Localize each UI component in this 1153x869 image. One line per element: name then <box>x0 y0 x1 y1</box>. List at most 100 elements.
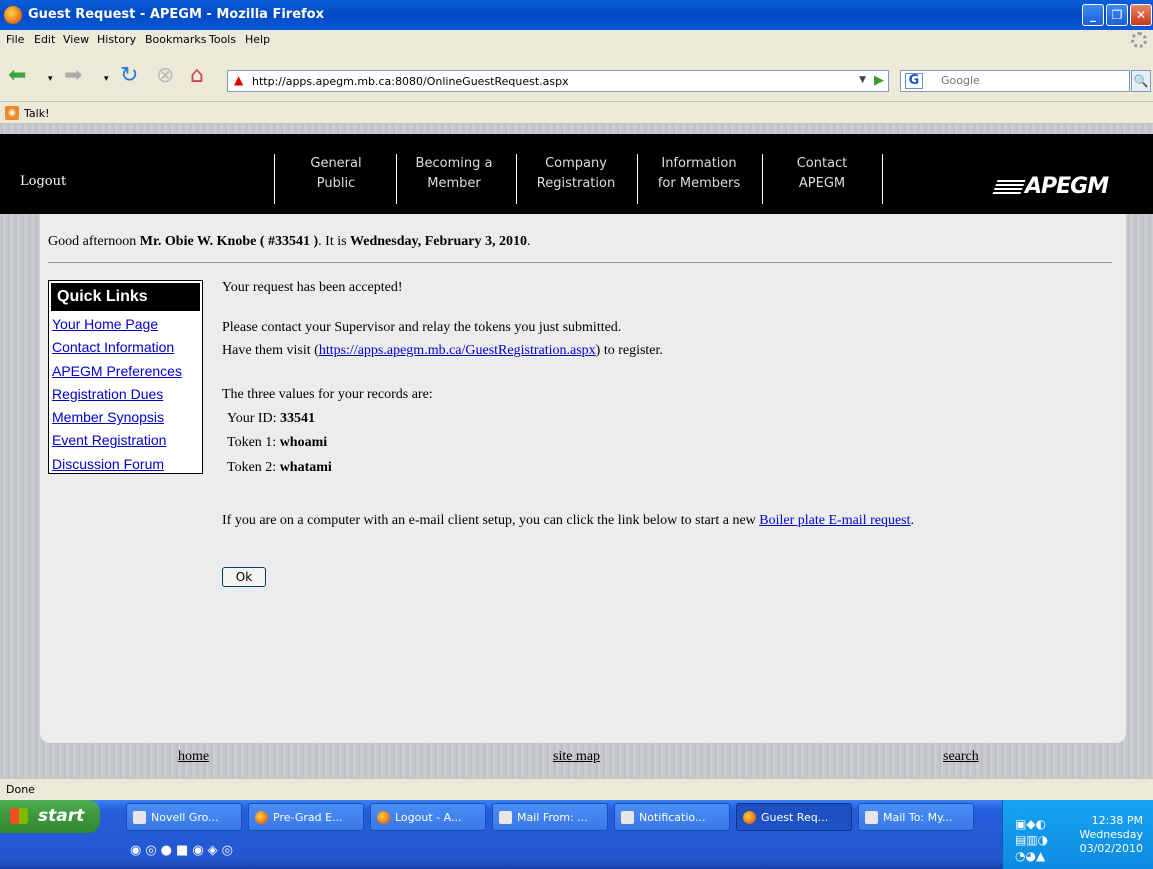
apegm-logo[interactable]: APEGM <box>992 174 1109 199</box>
bookmarks-toolbar: ◉ Talk! <box>0 102 1153 124</box>
nav-separator <box>882 154 883 204</box>
url-bar[interactable]: ▲ http://apps.apegm.mb.ca:8080/OnlineGue… <box>227 70 889 92</box>
maximize-button[interactable]: ❐ <box>1106 4 1128 26</box>
back-dropdown-icon[interactable]: ▾ <box>48 74 53 84</box>
status-text: Done <box>6 783 35 796</box>
footer-search-link[interactable]: search <box>943 749 979 765</box>
back-icon[interactable]: ⬅ <box>8 63 26 88</box>
nav-separator <box>516 154 517 204</box>
greeting-prefix: Good afternoon <box>48 234 140 249</box>
boiler-plate-email-link[interactable]: Boiler plate E-mail request <box>759 513 910 528</box>
reload-icon[interactable]: ↻ <box>120 63 138 88</box>
your-id: Your ID: 33541 <box>227 411 315 427</box>
footer-sitemap-link[interactable]: site map <box>553 749 600 765</box>
nav-separator <box>396 154 397 204</box>
taskbar-button-novell[interactable]: Novell Gro... <box>126 803 242 831</box>
taskbar-button-notification[interactable]: Notificatio... <box>614 803 730 831</box>
search-box[interactable]: G <box>900 70 1130 92</box>
menu-view[interactable]: View <box>63 33 89 46</box>
email-message: If you are on a computer with an e-mail … <box>222 513 914 529</box>
email-suffix: . <box>910 513 915 528</box>
taskbar-button-label: Mail To: My... <box>883 811 953 824</box>
menu-history[interactable]: History <box>97 33 136 46</box>
logo-text: APEGM <box>1025 174 1109 199</box>
menu-file[interactable]: File <box>6 33 24 46</box>
nav-company-registration[interactable]: Company Registration <box>521 154 631 204</box>
clock-time: 12:38 PM <box>1091 814 1143 827</box>
quick-links-title: Quick Links <box>51 283 200 311</box>
greeting: Good afternoon Mr. Obie W. Knobe ( #3354… <box>48 234 531 250</box>
nav-becoming-member[interactable]: Becoming a Member <box>400 154 508 204</box>
taskbar-button-label: Novell Gro... <box>151 811 219 824</box>
quick-launch-icons[interactable]: ◉◎●■◉◈◎ <box>130 843 237 858</box>
accepted-message: Your request has been accepted! <box>222 280 403 295</box>
stop-icon[interactable]: ⊗ <box>156 63 174 88</box>
main-panel: Good afternoon Mr. Obie W. Knobe ( #3354… <box>40 214 1126 743</box>
taskbar-button-mail-from[interactable]: Mail From: ... <box>492 803 608 831</box>
nav-separator <box>274 154 275 204</box>
url-dropdown-icon[interactable]: ▼ <box>859 75 866 85</box>
minimize-button[interactable]: _ <box>1082 4 1104 26</box>
id-value: 33541 <box>280 411 316 426</box>
footer-home-link[interactable]: home <box>178 749 209 765</box>
word-icon <box>621 811 634 824</box>
nav-contact-apegm[interactable]: Contact APEGM <box>764 154 880 204</box>
taskbar-button-logout[interactable]: Logout - A... <box>370 803 486 831</box>
search-input[interactable] <box>941 74 1121 87</box>
taskbar-button-guest-request[interactable]: Guest Req... <box>736 803 852 831</box>
quick-link-event-registration[interactable]: Event Registration <box>49 429 202 452</box>
quick-links-box: Quick Links Your Home Page Contact Infor… <box>48 280 203 474</box>
ok-button[interactable]: Ok <box>222 567 266 587</box>
page-content: Logout General Public Becoming a Member … <box>0 124 1153 778</box>
rss-icon: ◉ <box>5 106 19 120</box>
go-icon[interactable]: ▶ <box>874 73 884 88</box>
forward-icon[interactable]: ➡ <box>64 63 82 88</box>
quick-link-member-synopsis[interactable]: Member Synopsis <box>49 406 202 429</box>
greeting-suffix: . <box>527 234 531 249</box>
search-icon[interactable]: 🔍 <box>1131 70 1151 92</box>
home-icon[interactable]: ⌂ <box>190 63 204 88</box>
quick-link-home-page[interactable]: Your Home Page <box>49 313 202 336</box>
taskbar-button-pregrad[interactable]: Pre-Grad E... <box>248 803 364 831</box>
token1-value: whoami <box>279 435 328 450</box>
taskbar-button-label: Logout - A... <box>395 811 462 824</box>
logo-stripes-icon <box>992 180 1026 194</box>
window-title: Guest Request - APEGM - Mozilla Firefox <box>28 7 324 22</box>
menu-edit[interactable]: Edit <box>34 33 55 46</box>
clock[interactable]: 12:38 PM Wednesday 03/02/2010 <box>1079 814 1143 856</box>
quick-link-apegm-preferences[interactable]: APEGM Preferences <box>49 360 202 383</box>
nav-information-members[interactable]: Information for Members <box>640 154 758 204</box>
clock-date: 03/02/2010 <box>1079 842 1143 855</box>
google-icon[interactable]: G <box>905 73 923 89</box>
throbber-icon <box>1131 32 1147 48</box>
start-button[interactable]: start <box>0 800 100 833</box>
token-1: Token 1: whoami <box>227 435 327 451</box>
id-label: Your ID: <box>227 411 281 426</box>
close-button[interactable]: ✕ <box>1130 4 1152 26</box>
menu-bar: File Edit View History Bookmarks Tools H… <box>0 30 1153 50</box>
contact-message: Please contact your Supervisor and relay… <box>222 320 622 335</box>
taskbar-button-mail-to[interactable]: Mail To: My... <box>858 803 974 831</box>
quick-link-discussion-forum[interactable]: Discussion Forum <box>49 453 202 476</box>
nav-general-public[interactable]: General Public <box>280 154 392 204</box>
firefox-icon <box>377 811 390 824</box>
guest-registration-link[interactable]: https://apps.apegm.mb.ca/GuestRegistrati… <box>319 343 596 358</box>
mail-icon <box>499 811 512 824</box>
tray-icons[interactable]: ▣◆◐ ▤▥◑ ◔◕▲ <box>1015 816 1048 864</box>
nav-separator <box>637 154 638 204</box>
quick-link-registration-dues[interactable]: Registration Dues <box>49 383 202 406</box>
bookmark-talk[interactable]: Talk! <box>24 107 49 120</box>
menu-bookmarks[interactable]: Bookmarks <box>145 33 206 46</box>
menu-help[interactable]: Help <box>245 33 270 46</box>
window-titlebar[interactable]: Guest Request - APEGM - Mozilla Firefox … <box>0 0 1153 30</box>
taskbar: start Novell Gro... Pre-Grad E... Logout… <box>0 800 1153 869</box>
token1-label: Token 1: <box>227 435 280 450</box>
quick-link-contact-information[interactable]: Contact Information <box>49 336 202 359</box>
token2-value: whatami <box>279 460 332 475</box>
forward-dropdown-icon[interactable]: ▾ <box>104 74 109 84</box>
logout-link[interactable]: Logout <box>20 174 66 189</box>
taskbar-button-label: Notificatio... <box>639 811 706 824</box>
status-bar: Done <box>0 778 1153 800</box>
menu-tools[interactable]: Tools <box>209 33 236 46</box>
windows-flag-icon <box>10 808 28 824</box>
